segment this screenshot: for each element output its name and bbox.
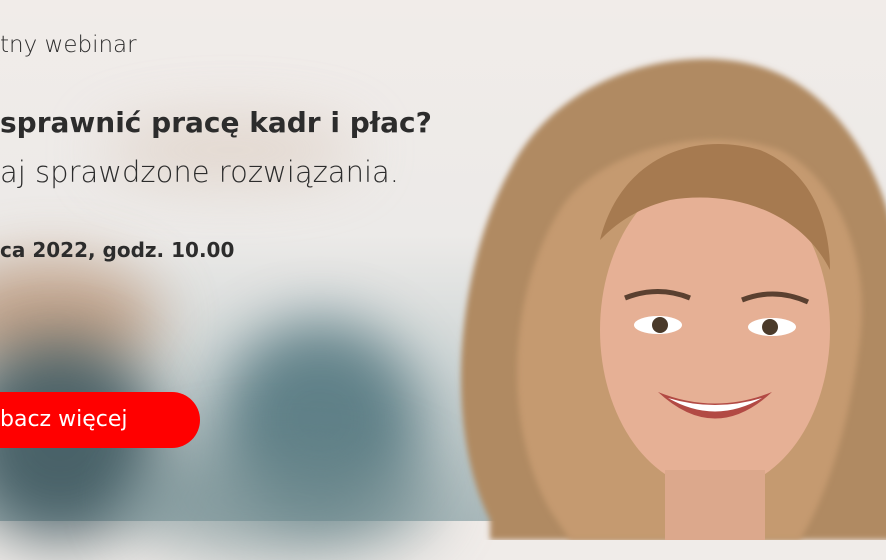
webinar-eyebrow: tny webinar bbox=[0, 32, 137, 58]
woman-portrait-image bbox=[461, 58, 886, 540]
see-more-button[interactable]: bacz więcej bbox=[0, 392, 200, 448]
headline: sprawnić pracę kadr i płac? bbox=[0, 106, 432, 139]
subheadline: aj sprawdzone rozwiązania. bbox=[0, 155, 400, 189]
webinar-date: ca 2022, godz. 10.00 bbox=[0, 238, 235, 262]
